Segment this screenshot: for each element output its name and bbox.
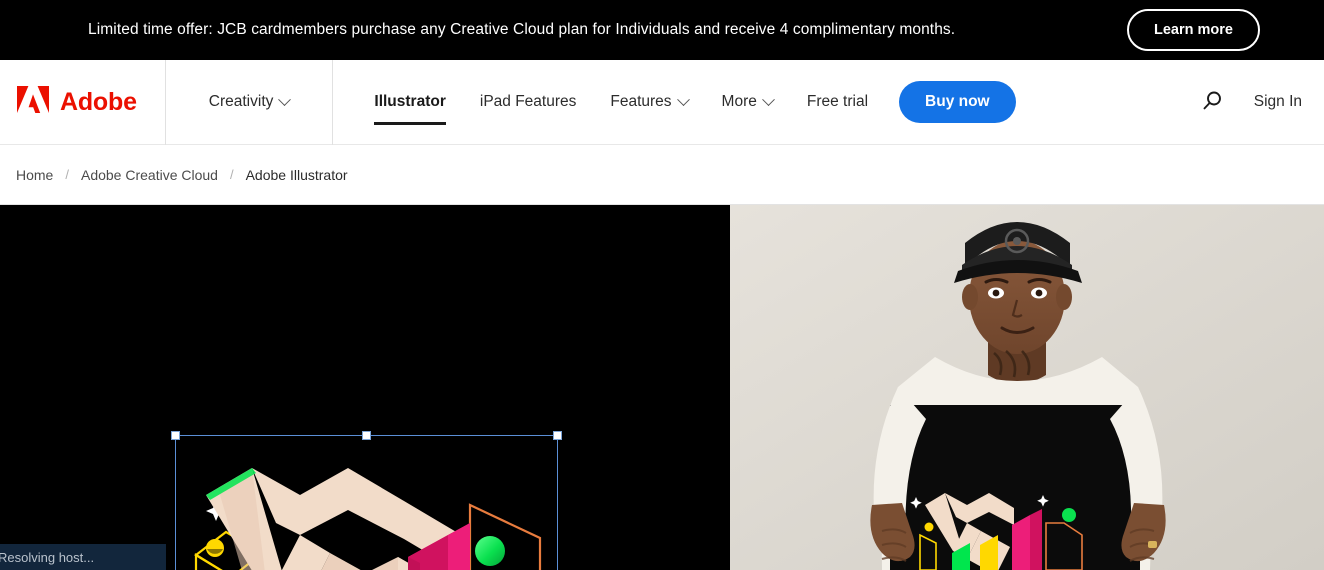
we-can-artwork <box>0 205 730 570</box>
hero-artwork-panel: Resolving host... <box>0 205 730 570</box>
nav-item-creativity[interactable]: Creativity <box>192 60 307 145</box>
nav-item-illustrator[interactable]: Illustrator <box>357 60 462 145</box>
breadcrumb-separator: / <box>65 167 69 182</box>
browser-status-bar: Resolving host... <box>0 544 166 570</box>
chevron-down-icon <box>762 92 775 106</box>
nav-item-free-trial[interactable]: Free trial <box>790 60 885 145</box>
nav-item-free-trial-label: Free trial <box>806 93 869 110</box>
nav-item-illustrator-label: Illustrator <box>374 93 446 110</box>
breadcrumb-separator: / <box>229 167 234 182</box>
status-bar-text: Resolving host... <box>0 549 95 565</box>
breadcrumb: Home / Adobe Creative Cloud / Adobe Illu… <box>0 145 1324 205</box>
adobe-brand-link[interactable]: Adobe <box>0 59 166 145</box>
nav-item-ipad-features[interactable]: iPad Features <box>463 60 594 145</box>
nav-right-group: Sign In <box>1196 85 1324 120</box>
nav-item-features-label: Features <box>610 93 672 110</box>
buy-now-button[interactable]: Buy now <box>899 81 1016 123</box>
hero-section: Resolving host... <box>0 205 1324 570</box>
search-icon <box>1200 89 1224 116</box>
learn-more-button[interactable]: Learn more <box>1127 9 1260 51</box>
breadcrumb-item-illustrator: Adobe Illustrator <box>245 166 348 183</box>
chevron-down-icon <box>278 92 292 106</box>
nav-item-features[interactable]: Features <box>593 60 704 145</box>
nav-product-links: Illustrator iPad Features Features More … <box>333 60 885 145</box>
nav-item-ipad-features-label: iPad Features <box>479 93 577 110</box>
nav-primary-group: Creativity <box>166 59 334 145</box>
adobe-a-logo-icon <box>16 85 50 120</box>
green-sphere <box>475 536 505 566</box>
breadcrumb-item-home[interactable]: Home <box>16 167 53 183</box>
nav-item-creativity-label: Creativity <box>208 93 274 110</box>
promo-banner: Limited time offer: JCB cardmembers purc… <box>0 0 1324 60</box>
hero-photo-panel <box>730 205 1324 570</box>
nav-item-more-label: More <box>721 93 757 110</box>
person-holding-poster-illustration <box>730 205 1324 570</box>
main-navigation: Adobe Creativity Illustrator iPad Featur… <box>0 59 1324 145</box>
yellow-ball <box>206 539 224 557</box>
promo-banner-text: Limited time offer: JCB cardmembers purc… <box>88 20 956 38</box>
search-button[interactable] <box>1196 85 1228 120</box>
chevron-down-icon <box>676 92 690 106</box>
sign-in-link[interactable]: Sign In <box>1254 93 1302 111</box>
breadcrumb-item-creative-cloud[interactable]: Adobe Creative Cloud <box>81 167 218 183</box>
nav-item-more[interactable]: More <box>705 60 790 145</box>
adobe-brand-name: Adobe <box>60 87 137 116</box>
